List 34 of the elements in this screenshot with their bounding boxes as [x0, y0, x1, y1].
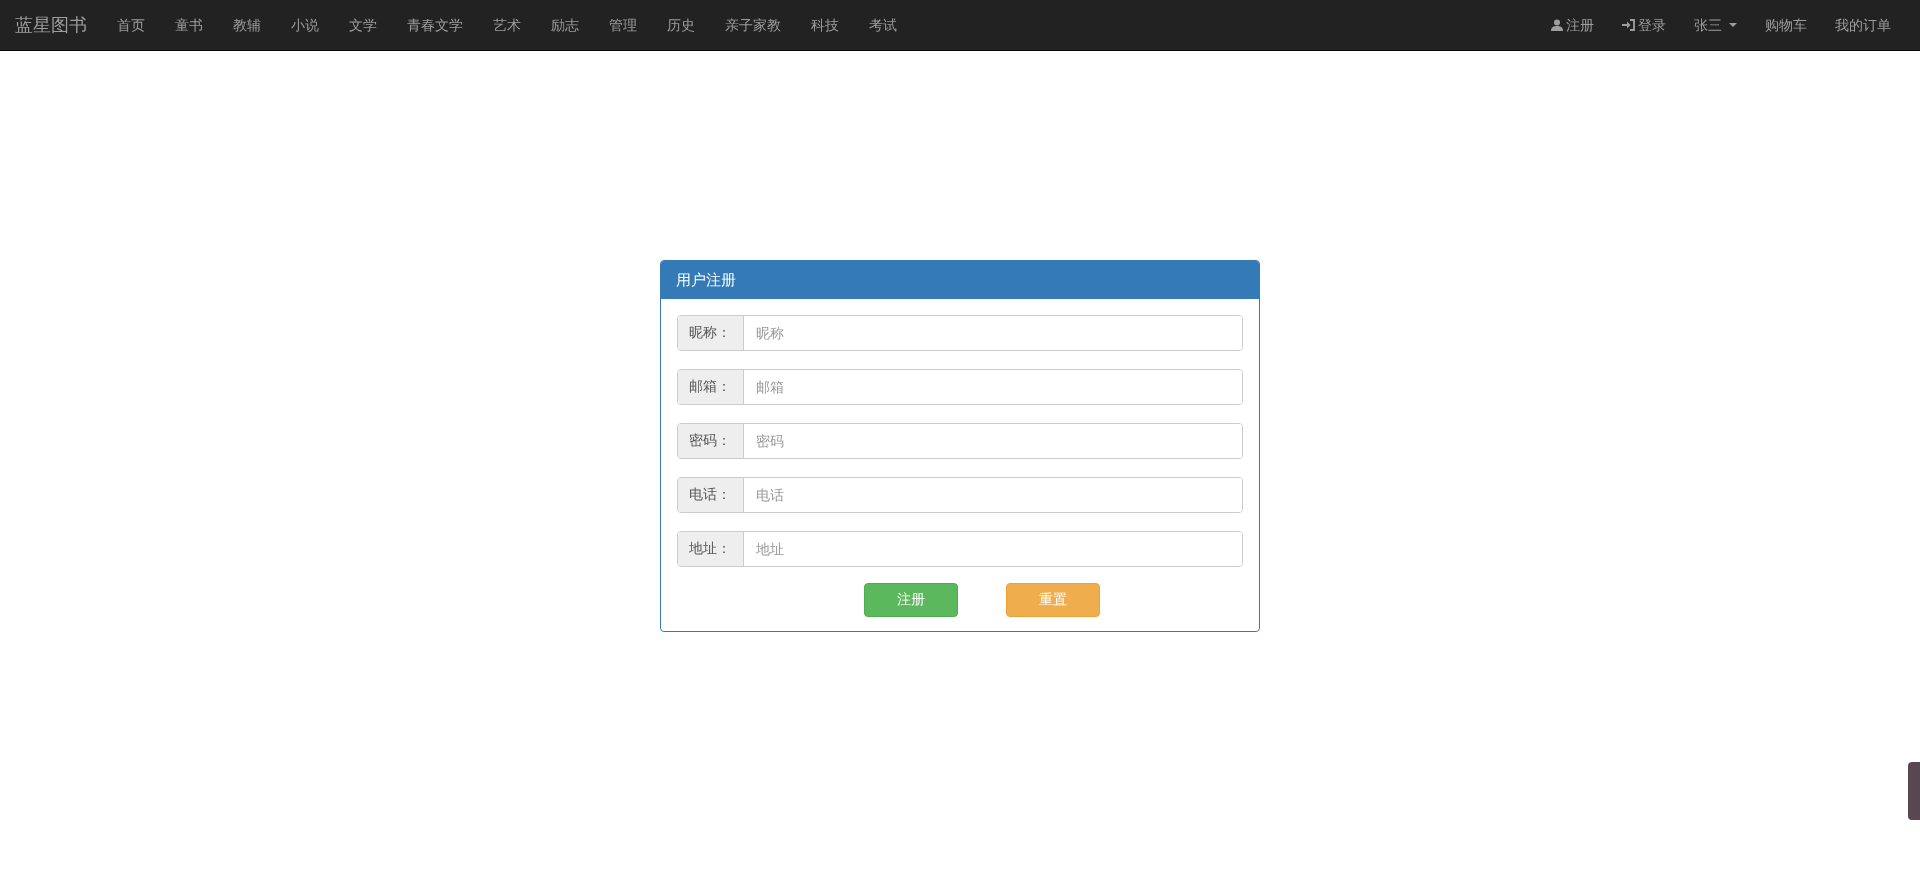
nav-link[interactable]: 文学: [334, 0, 392, 50]
field-label: 地址：: [677, 532, 744, 566]
nav-link[interactable]: 我的订单: [1821, 0, 1905, 50]
input-group[interactable]: 地址： 地址: [676, 531, 1243, 567]
nav-link[interactable]: 登录: [1608, 0, 1680, 50]
field-label: 邮箱：: [677, 370, 744, 404]
login-icon: [1622, 19, 1635, 31]
nav-link[interactable]: 购物车: [1751, 0, 1821, 50]
nav-link[interactable]: 注册: [1537, 0, 1608, 50]
brand-link[interactable]: 蓝星图书: [0, 0, 102, 50]
input-group[interactable]: 电话： 电话: [676, 477, 1243, 513]
nav-link[interactable]: 考试: [854, 0, 912, 50]
field-label: 昵称：: [677, 316, 744, 350]
field-label: 电话：: [677, 478, 744, 512]
user-menu[interactable]: 张三: [1680, 0, 1751, 50]
nav-link[interactable]: 首页: [102, 0, 160, 50]
nav-link[interactable]: 管理: [594, 0, 652, 50]
nav-link[interactable]: 历史: [652, 0, 710, 50]
input-group[interactable]: 昵称： 昵称: [676, 315, 1243, 351]
nav-link[interactable]: 科技: [796, 0, 854, 50]
user-icon: [1551, 19, 1563, 31]
input-group[interactable]: 密码： 密码: [676, 423, 1243, 459]
nav-link[interactable]: 艺术: [478, 0, 536, 50]
side-tab[interactable]: [1908, 762, 1920, 820]
nav-link[interactable]: 教辅: [218, 0, 276, 50]
nav-link[interactable]: 小说: [276, 0, 334, 50]
panel-title: 用户注册: [675, 270, 736, 290]
nav-link[interactable]: 童书: [160, 0, 218, 50]
caret-icon: [1729, 23, 1737, 27]
nav-link[interactable]: 青春文学: [392, 0, 478, 50]
input-group[interactable]: 邮箱： 邮箱: [676, 369, 1243, 405]
nav-link[interactable]: 亲子家教: [710, 0, 796, 50]
field-label: 密码：: [677, 424, 744, 458]
nav-link[interactable]: 励志: [536, 0, 594, 50]
